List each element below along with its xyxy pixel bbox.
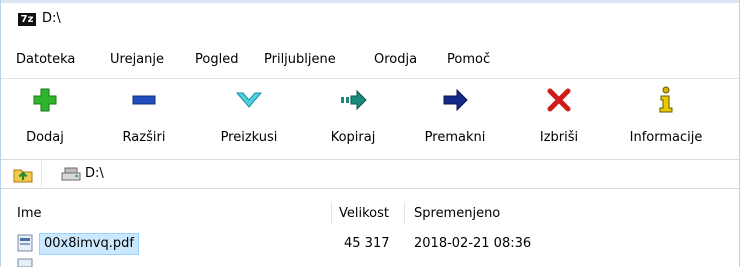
menu-pomoc[interactable]: Pomoč: [447, 52, 490, 67]
toolbar: Dodaj Razširi Preizkusi Kopiraj Premakni…: [1, 78, 739, 159]
test-icon: [235, 92, 263, 108]
app-icon: 7z: [18, 13, 36, 26]
file-modified: 2018-02-21 08:36: [414, 236, 532, 251]
address-bar: D:\: [1, 159, 739, 189]
column-size[interactable]: Velikost: [339, 206, 389, 221]
folder-up-icon[interactable]: [12, 164, 34, 184]
delete-icon: [547, 88, 571, 112]
add-icon: [33, 88, 57, 112]
column-divider[interactable]: [404, 202, 405, 224]
test-button[interactable]: Preizkusi: [211, 86, 287, 156]
copy-button[interactable]: Kopiraj: [321, 86, 385, 156]
move-label: Premakni: [424, 130, 486, 145]
extract-label: Razširi: [122, 130, 166, 145]
column-modified[interactable]: Spremenjeno: [414, 206, 500, 221]
address-field[interactable]: [41, 161, 739, 187]
window-title: D:\: [42, 11, 61, 26]
menu-priljubljene[interactable]: Priljubljene: [264, 52, 336, 67]
test-label: Preizkusi: [220, 130, 278, 145]
move-button[interactable]: Premakni: [419, 86, 491, 156]
column-divider[interactable]: [331, 202, 332, 224]
file-name[interactable]: 00x8imvq.pdf: [39, 233, 139, 255]
info-icon: [659, 86, 673, 113]
menu-bar: Datoteka Urejanje Pogled Priljubljene Or…: [1, 48, 739, 72]
drive-icon: [61, 167, 81, 181]
copy-label: Kopiraj: [330, 130, 376, 145]
add-label: Dodaj: [26, 130, 64, 145]
add-button[interactable]: Dodaj: [17, 86, 73, 156]
menu-datoteka[interactable]: Datoteka: [16, 52, 75, 67]
pdf-file-icon: [17, 234, 33, 252]
info-label: Informacije: [629, 130, 703, 145]
title-bar: 7z D:\: [1, 0, 739, 38]
app-window: 7z D:\ Datoteka Urejanje Pogled Priljubl…: [0, 0, 740, 267]
address-path: D:\: [85, 166, 104, 181]
file-size: 45 317: [344, 236, 390, 251]
copy-icon: [341, 89, 367, 111]
list-item[interactable]: 00x8imvq.pdf 45 317 2018-02-21 08:36: [1, 232, 739, 255]
extract-icon: [132, 95, 156, 105]
list-header: Ime Velikost Spremenjeno: [1, 198, 739, 224]
move-icon: [443, 88, 468, 112]
info-button[interactable]: Informacije: [617, 86, 715, 156]
menu-urejanje[interactable]: Urejanje: [110, 52, 164, 67]
menu-pogled[interactable]: Pogled: [195, 52, 238, 67]
extract-button[interactable]: Razširi: [111, 86, 177, 156]
delete-button[interactable]: Izbriši: [533, 86, 585, 156]
menu-orodja[interactable]: Orodja: [374, 52, 417, 67]
column-name[interactable]: Ime: [17, 206, 42, 221]
delete-label: Izbriši: [539, 130, 579, 145]
file-icon: [17, 258, 33, 267]
